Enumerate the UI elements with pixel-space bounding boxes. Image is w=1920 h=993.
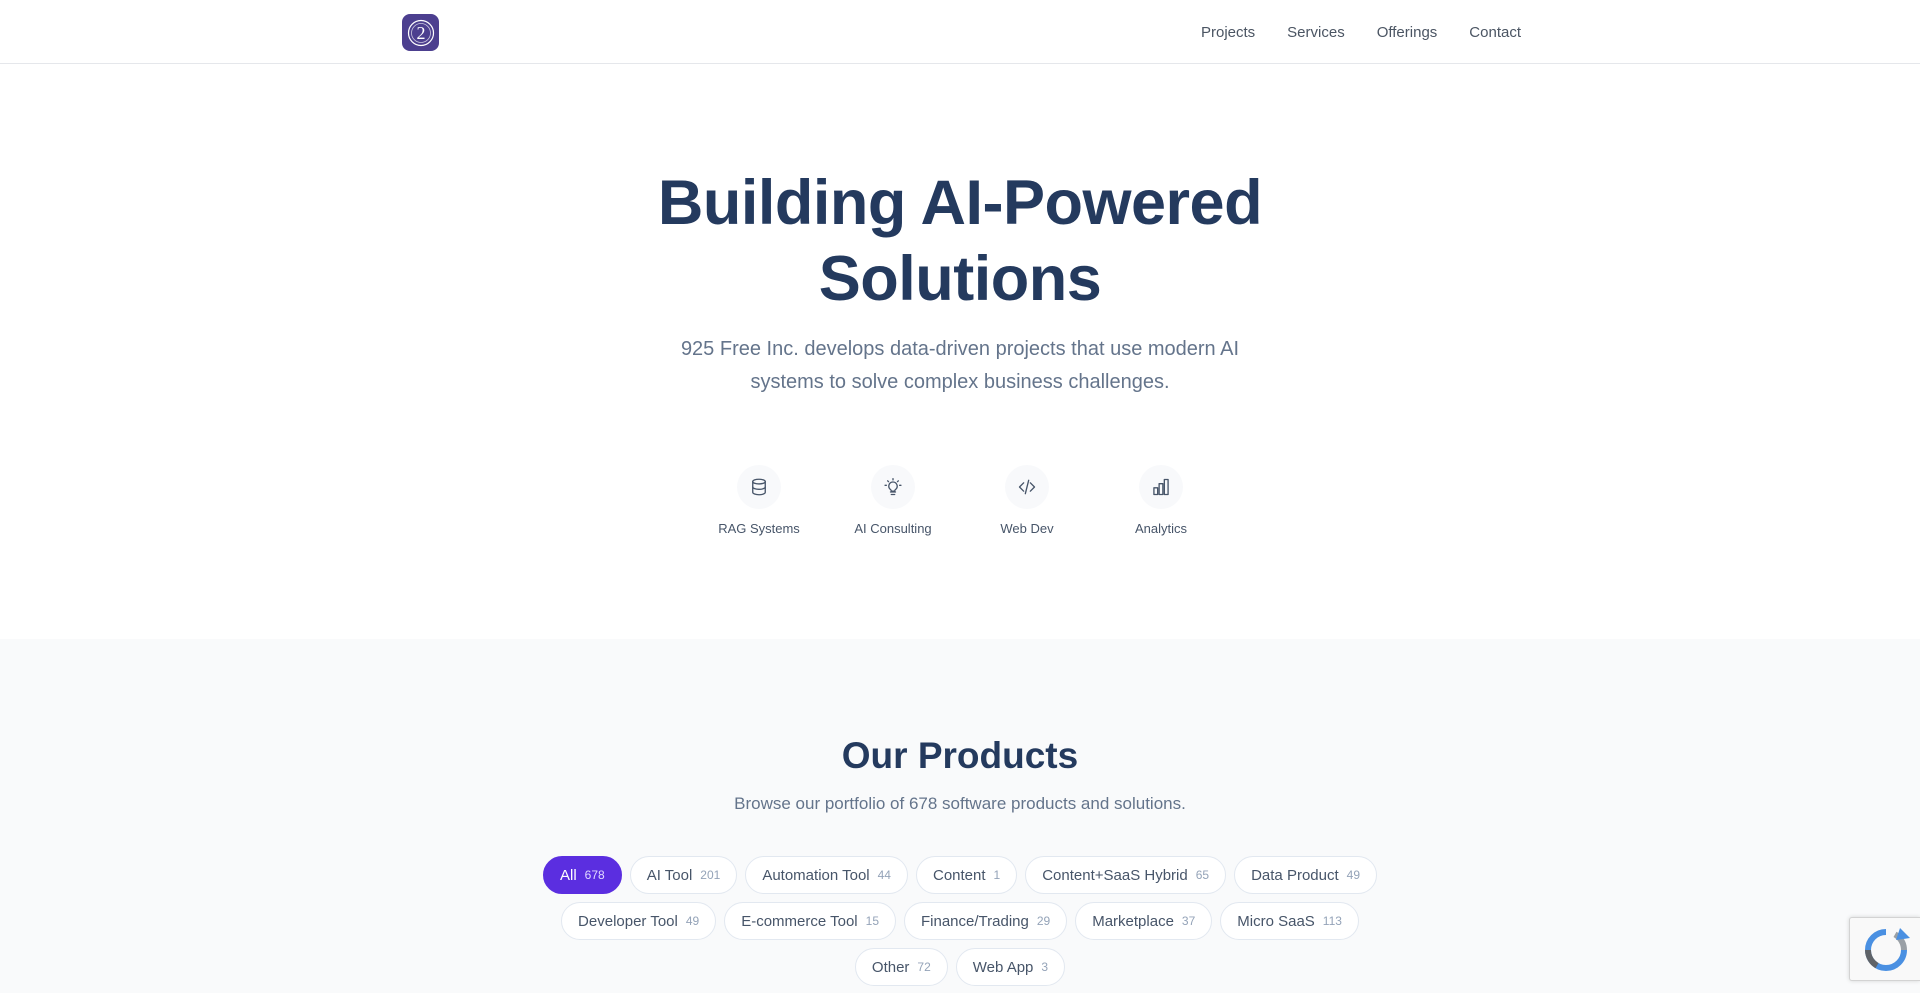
filter-other-chip[interactable]: Other 72 [854, 948, 948, 986]
filter-row: Developer Tool 49 E-commerce Tool 15 Finan… [0, 902, 1920, 940]
database-icon [737, 465, 781, 509]
filter-label: E-commerce Tool [741, 912, 858, 930]
filter-all-chip[interactable]: All 678 [543, 856, 622, 894]
logo-glyph: 2 [416, 23, 425, 43]
service-rag-systems: RAG Systems [692, 465, 826, 536]
hero-subtitle: 925 Free Inc. develops data-driven proje… [0, 333, 1920, 399]
filter-ecommerce-tool-chip[interactable]: E-commerce Tool 15 [724, 902, 896, 940]
nav-offerings-link[interactable]: Offerings [1377, 24, 1438, 41]
filter-count: 1 [993, 868, 1001, 882]
hero-subtitle-line2: systems to solve complex business challe… [750, 371, 1170, 393]
filter-count: 678 [584, 868, 605, 882]
products-title: Our Products [841, 735, 1079, 776]
filter-label: Micro SaaS [1237, 912, 1315, 930]
filter-count: 49 [685, 914, 700, 928]
filter-label: Marketplace [1092, 912, 1174, 930]
hero-section: Building AI-Powered Solutions 925 Free I… [0, 65, 1920, 639]
filter-count: 65 [1195, 868, 1210, 882]
filter-count: 72 [917, 960, 931, 974]
nav-projects-link[interactable]: Projects [1201, 24, 1255, 41]
products-section: Our Products Browse our portfolio of 678… [0, 639, 1920, 993]
filter-data-product-chip[interactable]: Data Product 49 [1234, 856, 1377, 894]
filter-row: Other 72 Web App 3 [0, 948, 1920, 986]
filter-row: All 678 AI Tool 201 Automation Tool 44 Cont… [0, 856, 1920, 894]
recaptcha-badge[interactable] [1849, 917, 1920, 981]
products-subtitle: Browse our portfolio of 678 software pro… [734, 794, 1186, 813]
nav-contact-link[interactable]: Contact [1469, 24, 1521, 41]
bar-chart-icon [1139, 465, 1183, 509]
filter-content-saas-hybrid-chip[interactable]: Content+SaaS Hybrid 65 [1025, 856, 1227, 894]
service-label: RAG Systems [718, 521, 800, 536]
filter-label: Other [871, 958, 910, 976]
code-icon [1005, 465, 1049, 509]
services-list: RAG Systems AI Consulting Web Dev Analyt… [0, 465, 1920, 536]
filter-label: Automation Tool [762, 866, 870, 884]
lightbulb-icon [871, 465, 915, 509]
recaptcha-icon [1864, 928, 1910, 971]
filter-automation-tool-chip[interactable]: Automation Tool 44 [745, 856, 908, 894]
hero-subtitle-line1: 925 Free Inc. develops data-driven proje… [680, 338, 1240, 360]
filter-count: 201 [700, 868, 721, 882]
filter-count: 37 [1181, 914, 1196, 928]
service-label: Analytics [1134, 521, 1188, 536]
service-web-dev: Web Dev [960, 465, 1094, 536]
hero-title: Building AI-Powered Solutions [0, 165, 1920, 317]
filter-label: All [560, 866, 577, 884]
service-label: Web Dev [1000, 521, 1054, 536]
filter-marketplace-chip[interactable]: Marketplace 37 [1075, 902, 1213, 940]
filter-label: Data Product [1251, 866, 1339, 884]
main-nav: Projects Services Offerings Contact [1201, 0, 1521, 64]
filter-web-app-chip[interactable]: Web App 3 [955, 948, 1066, 986]
filter-count: 44 [877, 868, 891, 882]
filter-count: 29 [1036, 914, 1051, 928]
category-filters: All 678 AI Tool 201 Automation Tool 44 Cont… [0, 856, 1920, 993]
hero-title-line1: Building AI-Powered [657, 168, 1263, 238]
filter-label: Content [932, 866, 986, 884]
filter-finance-trading-chip[interactable]: Finance/Trading 29 [904, 902, 1068, 940]
nav-services-link[interactable]: Services [1287, 24, 1345, 41]
filter-developer-tool-chip[interactable]: Developer Tool 49 [561, 902, 717, 940]
filter-count: 113 [1322, 914, 1342, 928]
service-label: AI Consulting [854, 521, 932, 536]
filter-content-chip[interactable]: Content 1 [915, 856, 1018, 894]
filter-label: Web App [972, 958, 1034, 976]
site-header: 2 Projects Services Offerings Contact [0, 0, 1920, 64]
logo-icon: 2 [407, 19, 434, 46]
filter-label: AI Tool [646, 866, 693, 884]
site-logo[interactable]: 2 [402, 14, 439, 51]
filter-count: 49 [1346, 868, 1360, 882]
filter-ai-tool-chip[interactable]: AI Tool 201 [629, 856, 738, 894]
filter-count: 3 [1041, 960, 1049, 974]
filter-label: Developer Tool [578, 912, 678, 930]
service-ai-consulting: AI Consulting [826, 465, 960, 536]
filter-count: 15 [865, 914, 879, 928]
service-analytics: Analytics [1094, 465, 1228, 536]
filter-micro-saas-chip[interactable]: Micro SaaS 113 [1220, 902, 1359, 940]
hero-title-line2: Solutions [818, 244, 1102, 314]
filter-label: Content+SaaS Hybrid [1042, 866, 1188, 884]
filter-label: Finance/Trading [921, 912, 1029, 930]
